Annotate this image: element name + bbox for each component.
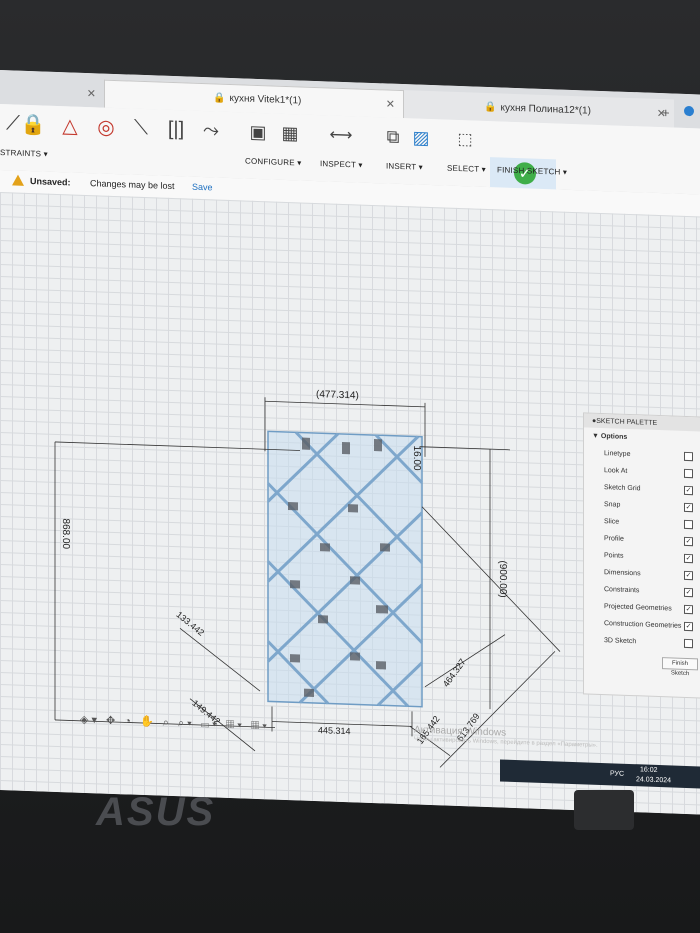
option-label: Points — [604, 552, 624, 560]
palette-finish-sketch-button[interactable]: Finish Sketch — [662, 657, 698, 677]
insert-image-icon[interactable]: ▨ — [408, 124, 434, 151]
cloud-lock-icon: 🔒 — [484, 101, 497, 113]
option-checkbox[interactable] — [684, 638, 693, 649]
close-icon[interactable]: ✕ — [87, 87, 96, 100]
laptop-hinge — [574, 790, 634, 830]
configure-icon[interactable]: ▣ — [245, 119, 271, 146]
option-checkbox[interactable]: ✓ — [684, 621, 693, 632]
tab-previous[interactable]: ✕ — [0, 76, 104, 108]
option-label: Linetype — [604, 450, 631, 459]
tab-label: кухня Полина12*(1) — [500, 101, 591, 117]
curvature-constraint-icon[interactable]: ⤳ — [198, 117, 224, 144]
new-tab-plus-icon[interactable]: + — [662, 105, 670, 120]
symmetry-constraint-icon[interactable]: [|] — [163, 116, 189, 143]
close-icon[interactable]: ✕ — [386, 97, 395, 110]
option-label: Sketch Grid — [604, 484, 641, 493]
asus-logo: ASUS — [96, 790, 216, 834]
notice-message: Changes may be lost — [90, 178, 175, 192]
option-label: Profile — [604, 535, 624, 543]
notice-title: Unsaved: — [30, 176, 71, 188]
profile-icon[interactable] — [684, 105, 694, 117]
dim-top-width[interactable]: (477.314) — [316, 389, 359, 401]
constraints-menu[interactable]: STRAINTS ▾ — [0, 148, 48, 159]
option-label: Dimensions — [604, 569, 641, 578]
cloud-lock-icon: 🔒 — [213, 92, 226, 104]
option-label: Constraints — [604, 586, 640, 595]
option-checkbox[interactable]: ✓ — [684, 604, 693, 615]
sketch-palette: ● SKETCH PALETTE ▼ Options Linetype Look… — [583, 412, 700, 699]
dim-right-height[interactable]: (900.00) — [497, 560, 508, 598]
concentric-constraint-icon[interactable]: ◎ — [93, 113, 119, 140]
laptop-screen: ✕ 🔒 кухня Vitek1*(1) ✕ 🔒 кухня Полина12*… — [0, 70, 700, 815]
option-label: Look At — [604, 467, 628, 475]
lock-constraint-icon[interactable]: 🔒 — [20, 111, 46, 138]
dim-left-height[interactable]: 868.00 — [60, 518, 71, 549]
option-checkbox[interactable]: ✓ — [684, 587, 693, 598]
tab-label: кухня Vitek1*(1) — [229, 93, 302, 107]
insert-derive-icon[interactable]: ⧉ — [380, 123, 406, 150]
option-label: Construction Geometries — [604, 620, 682, 630]
clock-date[interactable]: 24.03.2024 — [636, 776, 671, 784]
look-at-icon[interactable] — [684, 468, 693, 479]
triangle-constraint-icon[interactable]: △ — [57, 112, 83, 139]
option-label: Snap — [604, 501, 621, 509]
save-button[interactable]: Save — [192, 182, 213, 193]
palette-title: SKETCH PALETTE — [596, 417, 658, 427]
language-indicator[interactable]: РУС — [610, 770, 624, 777]
dim-bottom-width[interactable]: 445.314 — [318, 725, 351, 736]
option-checkbox[interactable] — [684, 451, 693, 462]
option-label: Projected Geometries — [604, 603, 672, 613]
select-window-icon[interactable]: ⬚ — [452, 126, 478, 153]
palette-option-3d-sketch[interactable]: 3D Sketch — [584, 631, 700, 652]
option-checkbox[interactable]: ✓ — [684, 536, 693, 547]
clock-time[interactable]: 16:02 — [640, 766, 658, 774]
option-checkbox[interactable]: ✓ — [684, 485, 693, 496]
warning-icon — [12, 174, 24, 186]
option-label: Slice — [604, 518, 620, 526]
inspect-menu[interactable]: INSPECT ▾ — [320, 159, 363, 169]
configure-table-icon[interactable]: ▦ — [277, 120, 303, 147]
tangent-constraint-icon[interactable]: ⟍ — [128, 114, 154, 141]
insert-menu[interactable]: INSERT ▾ — [386, 161, 423, 171]
option-checkbox[interactable]: ✓ — [684, 553, 693, 564]
measure-icon[interactable]: ⟷ — [328, 121, 354, 148]
configure-menu[interactable]: CONFIGURE ▾ — [245, 157, 301, 168]
option-label: 3D Sketch — [604, 637, 637, 646]
dim-small-top[interactable]: 16.00 — [411, 445, 422, 470]
select-menu[interactable]: SELECT ▾ — [447, 164, 486, 174]
option-checkbox[interactable] — [684, 519, 693, 530]
option-checkbox[interactable]: ✓ — [684, 502, 693, 513]
option-checkbox[interactable]: ✓ — [684, 570, 693, 581]
